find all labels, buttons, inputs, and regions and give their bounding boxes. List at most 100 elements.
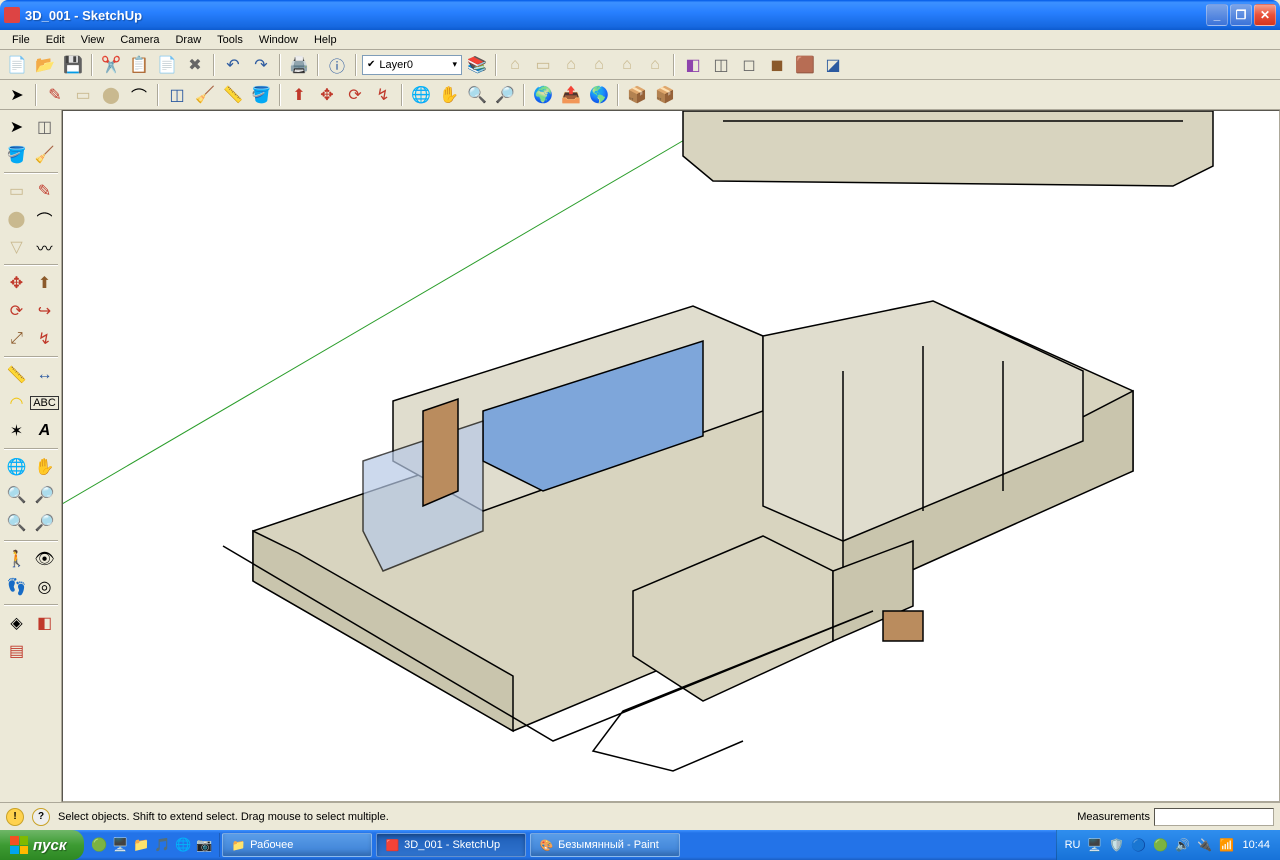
ql-icon-3[interactable]: 📁 [132,836,150,854]
place-model-button[interactable]: 📦 [624,82,650,108]
component-tool-side[interactable]: ◫ [32,114,58,140]
new-button[interactable]: 📄 [4,52,30,78]
menu-window[interactable]: Window [251,32,306,48]
iso-view-button[interactable]: ⌂ [502,52,528,78]
redo-button[interactable]: ↷ [248,52,274,78]
offset-tool[interactable]: ↯ [370,82,396,108]
tray-icon-6[interactable]: 🔌 [1196,837,1212,853]
ql-icon-5[interactable]: 🌐 [174,836,192,854]
ql-icon-6[interactable]: 📷 [195,836,213,854]
zoom-extents-tool[interactable]: 🔎 [492,82,518,108]
menu-view[interactable]: View [73,32,113,48]
open-button[interactable]: 📂 [32,52,58,78]
arc-tool[interactable]: ⌒ [126,82,152,108]
circle-tool[interactable]: ⬤ [98,82,124,108]
clock[interactable]: 10:44 [1240,839,1272,851]
walk-tool-side[interactable]: 👣 [4,574,30,600]
line-tool-side[interactable]: ✎ [32,178,58,204]
pan-tool-side[interactable]: ✋ [32,454,58,480]
menu-file[interactable]: File [4,32,38,48]
maximize-button[interactable]: ❐ [1230,4,1252,26]
arc-tool-side[interactable]: ⌒ [32,206,58,232]
close-button[interactable]: ✕ [1254,4,1276,26]
minimize-button[interactable]: _ [1206,4,1228,26]
task-button-3[interactable]: 🎨 Безымянный - Paint [530,833,680,857]
eraser-tool-side[interactable]: 🧹 [32,142,58,168]
menu-edit[interactable]: Edit [38,32,73,48]
pan-tool[interactable]: ✋ [436,82,462,108]
xray-button[interactable]: ◧ [680,52,706,78]
tape-tool[interactable]: 📏 [220,82,246,108]
polygon-tool-side[interactable]: ▽ [4,234,30,260]
left-view-button[interactable]: ⌂ [642,52,668,78]
zoom-tool[interactable]: 🔍 [464,82,490,108]
top-view-button[interactable]: ▭ [530,52,556,78]
section-cut-side[interactable]: ◧ [32,610,58,636]
print-button[interactable]: 🖨️ [286,52,312,78]
paint-tool-side[interactable]: 🪣 [4,142,30,168]
ql-icon-2[interactable]: 🖥️ [111,836,129,854]
warehouse-share-button[interactable]: 📤 [558,82,584,108]
select-tool-side[interactable]: ➤ [4,114,30,140]
line-tool[interactable]: ✎ [42,82,68,108]
menu-camera[interactable]: Camera [112,32,167,48]
layer-dropdown[interactable]: ✔ Layer0 [362,55,462,75]
position-camera-side[interactable]: 🚶 [4,546,30,572]
orbit-tool[interactable]: 🌐 [408,82,434,108]
viewport[interactable] [62,110,1280,802]
measurements-input[interactable] [1154,808,1274,826]
circle-tool-side[interactable]: ⬤ [4,206,30,232]
undo-button[interactable]: ↶ [220,52,246,78]
tray-icon-4[interactable]: 🟢 [1152,837,1168,853]
save-button[interactable]: 💾 [60,52,86,78]
move-tool-side[interactable]: ✥ [4,270,30,296]
orbit-tool-side[interactable]: 🌐 [4,454,30,480]
help-icon[interactable]: ! [6,808,24,826]
rotate-tool[interactable]: ⟳ [342,82,368,108]
tray-icon-5[interactable]: 🔊 [1174,837,1190,853]
ql-icon-1[interactable]: 🟢 [90,836,108,854]
wireframe-button[interactable]: ◫ [708,52,734,78]
menu-draw[interactable]: Draw [167,32,209,48]
section-display-side[interactable]: ◈ [4,610,30,636]
tray-icon-2[interactable]: 🛡️ [1108,837,1124,853]
pushpull-tool[interactable]: ⬆ [286,82,312,108]
dimension-tool-side[interactable]: ↔ [32,362,58,388]
lang-indicator[interactable]: RU [1065,839,1081,851]
google-earth-button[interactable]: 🌎 [586,82,612,108]
back-view-button[interactable]: ⌂ [614,52,640,78]
tray-icon-7[interactable]: 📶 [1218,837,1234,853]
start-button[interactable]: пуск [0,830,84,860]
menu-tools[interactable]: Tools [209,32,251,48]
copy-button[interactable]: 📋 [126,52,152,78]
move-tool[interactable]: ✥ [314,82,340,108]
text-tool-side[interactable]: ABC [32,390,58,416]
cut-button[interactable]: ✂️ [98,52,124,78]
rectangle-tool-side[interactable]: ▭ [4,178,30,204]
paste-button[interactable]: 📄 [154,52,180,78]
rectangle-tool[interactable]: ▭ [70,82,96,108]
followme-tool-side[interactable]: ↪ [32,298,58,324]
hidden-line-button[interactable]: ◻ [736,52,762,78]
section-plane-side[interactable]: ◎ [32,574,58,600]
next-view-side[interactable]: 🔎 [32,510,58,536]
tray-icon-1[interactable]: 🖥️ [1086,837,1102,853]
hint-icon[interactable]: ? [32,808,50,826]
toggle-terrain-button[interactable]: 📦 [652,82,678,108]
task-button-1[interactable]: 📁 Рабочее [222,833,372,857]
offset-tool-side[interactable]: ↯ [32,326,58,352]
ql-icon-4[interactable]: 🎵 [153,836,171,854]
look-around-side[interactable]: 👁 [32,546,58,572]
delete-button[interactable]: ✖ [182,52,208,78]
front-view-button[interactable]: ⌂ [558,52,584,78]
axes-tool-side[interactable]: ✶ [4,418,30,444]
warehouse-get-button[interactable]: 🌍 [530,82,556,108]
shaded-button[interactable]: ◼ [764,52,790,78]
zoom-tool-side[interactable]: 🔍 [4,482,30,508]
section-fill-side[interactable]: ▤ [4,638,30,664]
3dtext-tool-side[interactable]: A [32,418,58,444]
right-view-button[interactable]: ⌂ [586,52,612,78]
previous-view-side[interactable]: 🔍 [4,510,30,536]
select-tool[interactable]: ➤ [4,82,30,108]
task-button-2[interactable]: 🟥 3D_001 - SketchUp [376,833,526,857]
